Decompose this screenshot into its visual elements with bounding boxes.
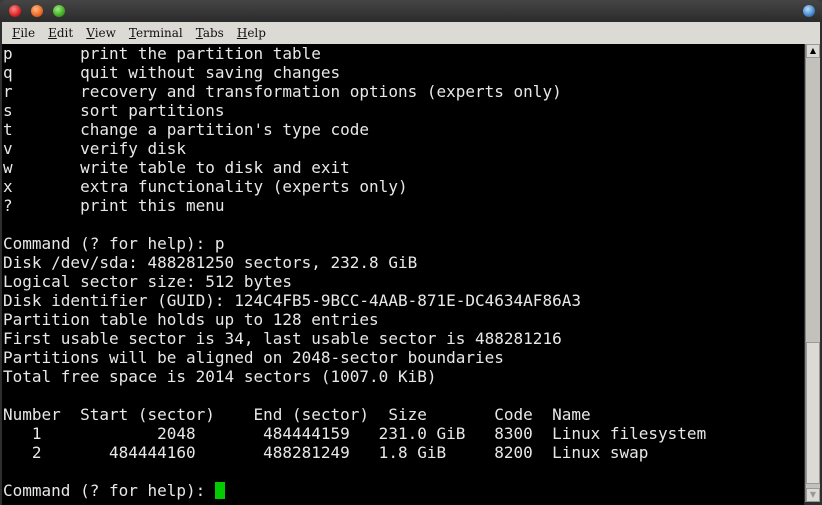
terminal-line-text: Partitions will be aligned on 2048-secto… [3, 348, 504, 367]
scroll-down-arrow-icon[interactable]: ▼ [806, 488, 820, 502]
terminal-line-text: p print the partition table [3, 44, 321, 63]
menu-terminal[interactable]: Terminal [129, 26, 183, 40]
terminal-line: p print the partition table [3, 44, 804, 63]
terminal-line: 1 2048 484444159 231.0 GiB 8300 Linux fi… [3, 424, 804, 443]
window-menu-button[interactable] [803, 5, 815, 17]
terminal-line-text: x extra functionality (experts only) [3, 177, 408, 196]
terminal-line-text: s sort partitions [3, 101, 225, 120]
terminal-line: Command (? for help): [3, 481, 804, 500]
terminal-line: w write table to disk and exit [3, 158, 804, 177]
terminal-line-text: Total free space is 2014 sectors (1007.0… [3, 367, 437, 386]
menu-help[interactable]: Help [237, 26, 266, 40]
terminal-line-text: Number Start (sector) End (sector) Size … [3, 405, 591, 424]
terminal-line: q quit without saving changes [3, 63, 804, 82]
title-bar [0, 0, 822, 22]
terminal-line-text: Command (? for help): p [3, 234, 225, 253]
terminal-line-text: v verify disk [3, 139, 187, 158]
terminal-line: t change a partition's type code [3, 120, 804, 139]
scroll-up-arrow-icon[interactable]: ▲ [806, 44, 820, 58]
scrollbar-thumb[interactable] [806, 342, 820, 484]
terminal-line: Partitions will be aligned on 2048-secto… [3, 348, 804, 367]
terminal-line-text: Disk identifier (GUID): 124C4FB5-9BCC-4A… [3, 291, 581, 310]
terminal-line: v verify disk [3, 139, 804, 158]
terminal-line: ? print this menu [3, 196, 804, 215]
terminal-line-text: First usable sector is 34, last usable s… [3, 329, 562, 348]
terminal-line: Partition table holds up to 128 entries [3, 310, 804, 329]
terminal-line: Disk /dev/sda: 488281250 sectors, 232.8 … [3, 253, 804, 272]
terminal-line: 2 484444160 488281249 1.8 GiB 8200 Linux… [3, 443, 804, 462]
maximize-button[interactable] [53, 5, 65, 17]
menu-edit[interactable]: Edit [48, 26, 73, 40]
terminal-line: Command (? for help): p [3, 234, 804, 253]
terminal-line-text: Disk /dev/sda: 488281250 sectors, 232.8 … [3, 253, 418, 272]
terminal-line: Logical sector size: 512 bytes [3, 272, 804, 291]
menu-tabs[interactable]: Tabs [196, 26, 224, 40]
terminal-line: Number Start (sector) End (sector) Size … [3, 405, 804, 424]
menu-file[interactable]: File [12, 26, 35, 40]
scrollbar[interactable]: ▲ ▼ [805, 44, 820, 502]
terminal-line: s sort partitions [3, 101, 804, 120]
terminal-line-text: q quit without saving changes [3, 63, 341, 82]
terminal-output[interactable]: p print the partition table q quit withou… [2, 44, 804, 505]
terminal-line: x extra functionality (experts only) [3, 177, 804, 196]
terminal-line-text: r recovery and transformation options (e… [3, 82, 562, 101]
terminal-line-text: Command (? for help): [3, 481, 215, 500]
terminal-line: Total free space is 2014 sectors (1007.0… [3, 367, 804, 386]
close-button[interactable] [9, 5, 21, 17]
cursor [214, 482, 225, 499]
terminal-line-text: w write table to disk and exit [3, 158, 350, 177]
terminal-line-text: ? print this menu [3, 196, 225, 215]
terminal-line-text: t change a partition's type code [3, 120, 370, 139]
terminal-line: Disk identifier (GUID): 124C4FB5-9BCC-4A… [3, 291, 804, 310]
terminal-line-text: Logical sector size: 512 bytes [3, 272, 292, 291]
menu-bar: File Edit View Terminal Tabs Help [2, 22, 820, 44]
terminal-line: First usable sector is 34, last usable s… [3, 329, 804, 348]
terminal-line-text: 1 2048 484444159 231.0 GiB 8300 Linux fi… [3, 424, 707, 443]
terminal-line-text: Partition table holds up to 128 entries [3, 310, 379, 329]
minimize-button[interactable] [31, 5, 43, 17]
terminal-line: r recovery and transformation options (e… [3, 82, 804, 101]
terminal-window: File Edit View Terminal Tabs Help p prin… [0, 0, 822, 505]
menu-view[interactable]: View [86, 26, 116, 40]
terminal-line-text: 2 484444160 488281249 1.8 GiB 8200 Linux… [3, 443, 649, 462]
